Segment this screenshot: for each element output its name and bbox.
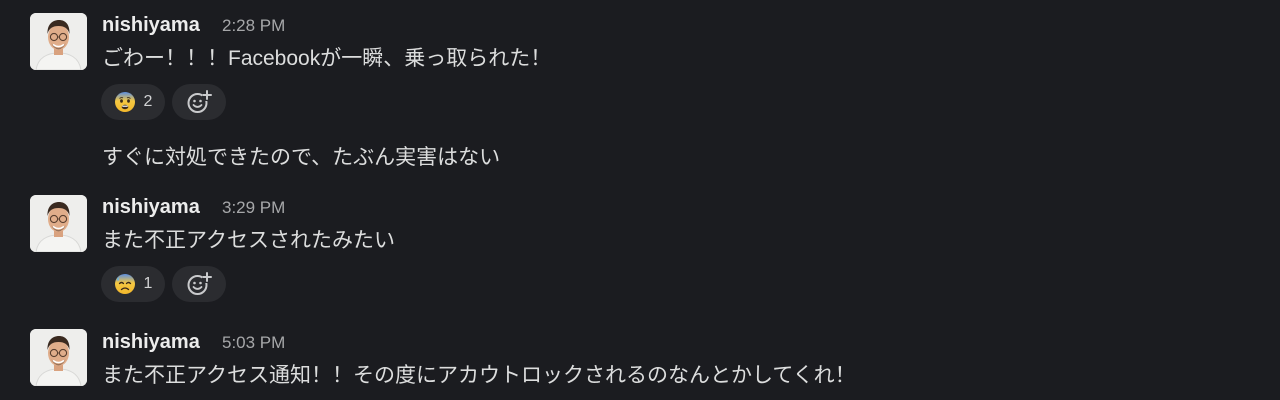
author-name[interactable]: nishiyama (102, 330, 200, 354)
author-name[interactable]: nishiyama (102, 13, 200, 37)
timestamp[interactable]: 3:29 PM (222, 196, 285, 220)
message-text: ごわー！！！Facebookが一瞬、乗っ取られた！ (102, 47, 552, 70)
timestamp[interactable]: 2:28 PM (222, 14, 285, 38)
reaction-count: 1 (143, 275, 153, 292)
fearful-face-icon (114, 92, 135, 112)
avatar[interactable] (30, 329, 87, 386)
add-emoji-icon (187, 90, 212, 113)
reaction-fearful[interactable]: 2 (101, 84, 165, 120)
reaction-anxious-sweat[interactable]: 1 (101, 266, 165, 302)
avatar[interactable] (30, 13, 87, 70)
anxious-face-with-sweat-icon (114, 274, 135, 294)
timestamp[interactable]: 5:03 PM (222, 331, 285, 355)
add-emoji-icon (187, 272, 212, 295)
reaction-count: 2 (143, 93, 153, 110)
message-text: すぐに対処できたので、たぶん実害はない (102, 146, 501, 169)
add-reaction-button[interactable] (172, 84, 226, 120)
avatar[interactable] (30, 195, 87, 252)
author-name[interactable]: nishiyama (102, 195, 200, 219)
message-text: また不正アクセス通知！！その度にアカウトロックされるのなんとかしてくれ！ (102, 364, 856, 387)
add-reaction-button[interactable] (172, 266, 226, 302)
message-text: また不正アクセスされたみたい (102, 229, 395, 252)
